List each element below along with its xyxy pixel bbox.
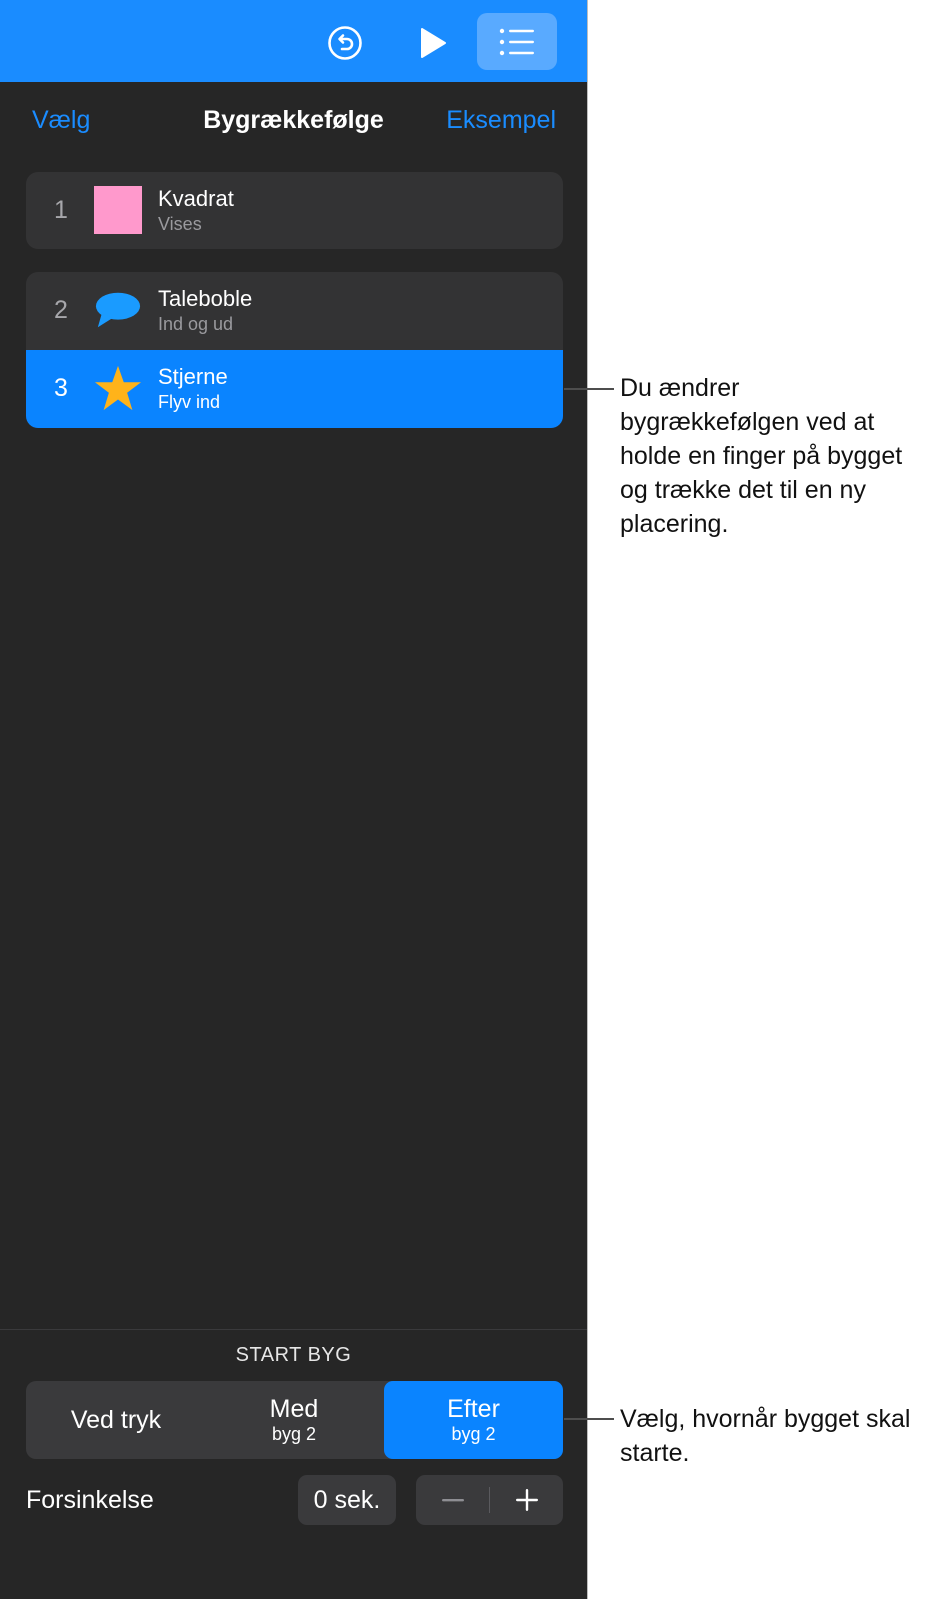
build-title: Stjerne (158, 364, 228, 389)
start-after-build-option[interactable]: Efter byg 2 (384, 1381, 563, 1459)
delay-value-field[interactable]: 0 sek. (298, 1475, 396, 1525)
start-on-tap-option[interactable]: Ved tryk (26, 1381, 206, 1459)
callout-start: Vælg, hvornår bygget skal starte. (620, 1405, 911, 1467)
build-number: 3 (54, 374, 68, 402)
pink-square-icon (94, 186, 142, 234)
delay-label: Forsinkelse (26, 1486, 154, 1514)
build-number: 1 (54, 196, 68, 224)
decrease-delay-button[interactable] (416, 1475, 489, 1525)
callout-reorder: Du ændrer bygrækkefølgen ved at holde en… (620, 374, 903, 538)
build-title: Kvadrat (158, 186, 234, 211)
build-order-panel: Vælg Bygrækkefølge Eksempel 1 Kvadrat Vi… (0, 0, 588, 1599)
option-label: Med (269, 1395, 319, 1423)
callout-leader-line (564, 388, 614, 390)
start-build-label: START BYG (235, 1344, 352, 1366)
build-title: Taleboble (158, 286, 253, 311)
option-sublabel: byg 2 (451, 1424, 496, 1444)
build-row-2[interactable]: 2 Taleboble Ind og ud (26, 272, 563, 350)
option-sublabel: byg 2 (271, 1424, 317, 1444)
build-effect: Flyv ind (158, 392, 221, 412)
play-icon (421, 28, 446, 58)
option-label: Efter (447, 1395, 500, 1423)
build-order-list-button[interactable] (477, 13, 557, 70)
increase-delay-button[interactable] (490, 1475, 563, 1525)
build-row-1[interactable]: 1 Kvadrat Vises (26, 172, 563, 250)
list-icon (499, 28, 534, 55)
divider (0, 1329, 587, 1330)
toolbar (0, 0, 587, 82)
preview-button[interactable]: Eksempel (446, 106, 556, 135)
minus-icon (441, 1499, 464, 1502)
build-group-2: 2 Taleboble Ind og ud 3 Stjerne Flyv ind (26, 272, 563, 428)
callout-leader-line (564, 1418, 614, 1420)
plus-icon (515, 1489, 538, 1511)
build-number: 2 (54, 296, 68, 324)
build-effect: Vises (158, 214, 202, 234)
option-label: Ved tryk (70, 1406, 162, 1434)
delay-stepper (416, 1475, 563, 1525)
speech-bubble-icon (94, 286, 142, 334)
undo-icon (328, 26, 362, 60)
select-button[interactable]: Vælg (32, 106, 90, 135)
start-build-segmented-control: Ved tryk Med byg 2 Efter byg 2 (26, 1381, 563, 1459)
undo-button[interactable] (322, 20, 368, 66)
star-icon (94, 364, 142, 412)
build-effect: Ind og ud (158, 314, 234, 334)
build-group-1: 1 Kvadrat Vises (26, 172, 563, 249)
start-with-build-option[interactable]: Med byg 2 (204, 1381, 384, 1459)
build-row-3[interactable]: 3 Stjerne Flyv ind (26, 350, 563, 428)
play-button[interactable] (410, 20, 456, 66)
